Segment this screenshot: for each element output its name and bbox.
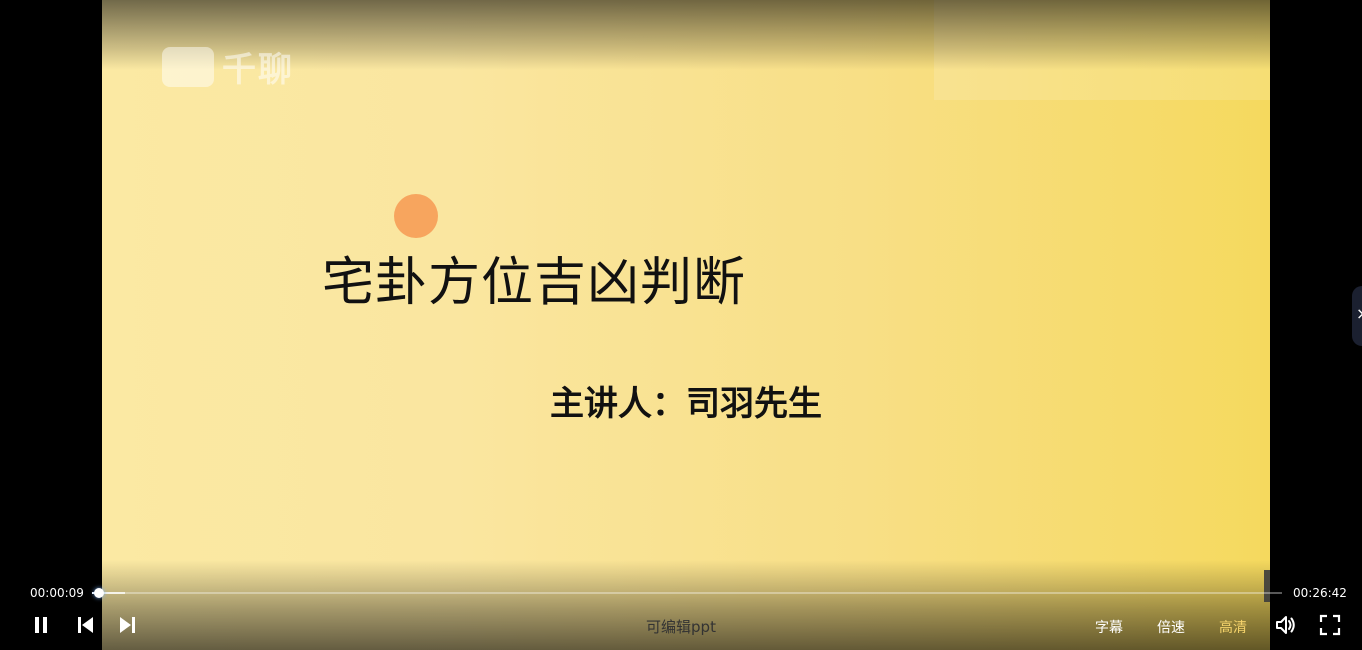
close-icon: × [1356, 304, 1362, 324]
subtitle-button[interactable]: 字幕 [1095, 617, 1123, 637]
quality-button[interactable]: 高清 [1219, 617, 1247, 637]
progress-bar[interactable] [92, 588, 1282, 598]
watermark-text: 千聊 [222, 50, 294, 90]
fullscreen-button[interactable] [1319, 614, 1341, 636]
volume-button[interactable] [1275, 614, 1297, 636]
playback-speed-button[interactable]: 倍速 [1157, 617, 1185, 637]
slide-accent-dot [394, 194, 438, 238]
slide-title: 宅卦方位吉凶判断 [322, 253, 747, 313]
fullscreen-icon [1319, 614, 1341, 636]
video-player[interactable]: 千聊 宅卦方位吉凶判断 主讲人：司羽先生 × 00:00:09 00:26:42 [0, 0, 1362, 650]
progress-handle[interactable] [93, 588, 104, 598]
total-duration: 00:26:42 [1293, 586, 1347, 600]
progress-end-marker [1264, 570, 1270, 602]
current-time: 00:00:09 [30, 586, 84, 600]
watermark-logo-icon [162, 46, 214, 87]
slide-speaker: 主讲人：司羽先生 [550, 384, 822, 424]
side-panel-toggle[interactable]: × [1352, 286, 1362, 346]
video-frame[interactable]: 千聊 宅卦方位吉凶判断 主讲人：司羽先生 [102, 0, 1270, 650]
watermark-logo: 千聊 [162, 42, 294, 91]
volume-icon [1276, 616, 1295, 634]
